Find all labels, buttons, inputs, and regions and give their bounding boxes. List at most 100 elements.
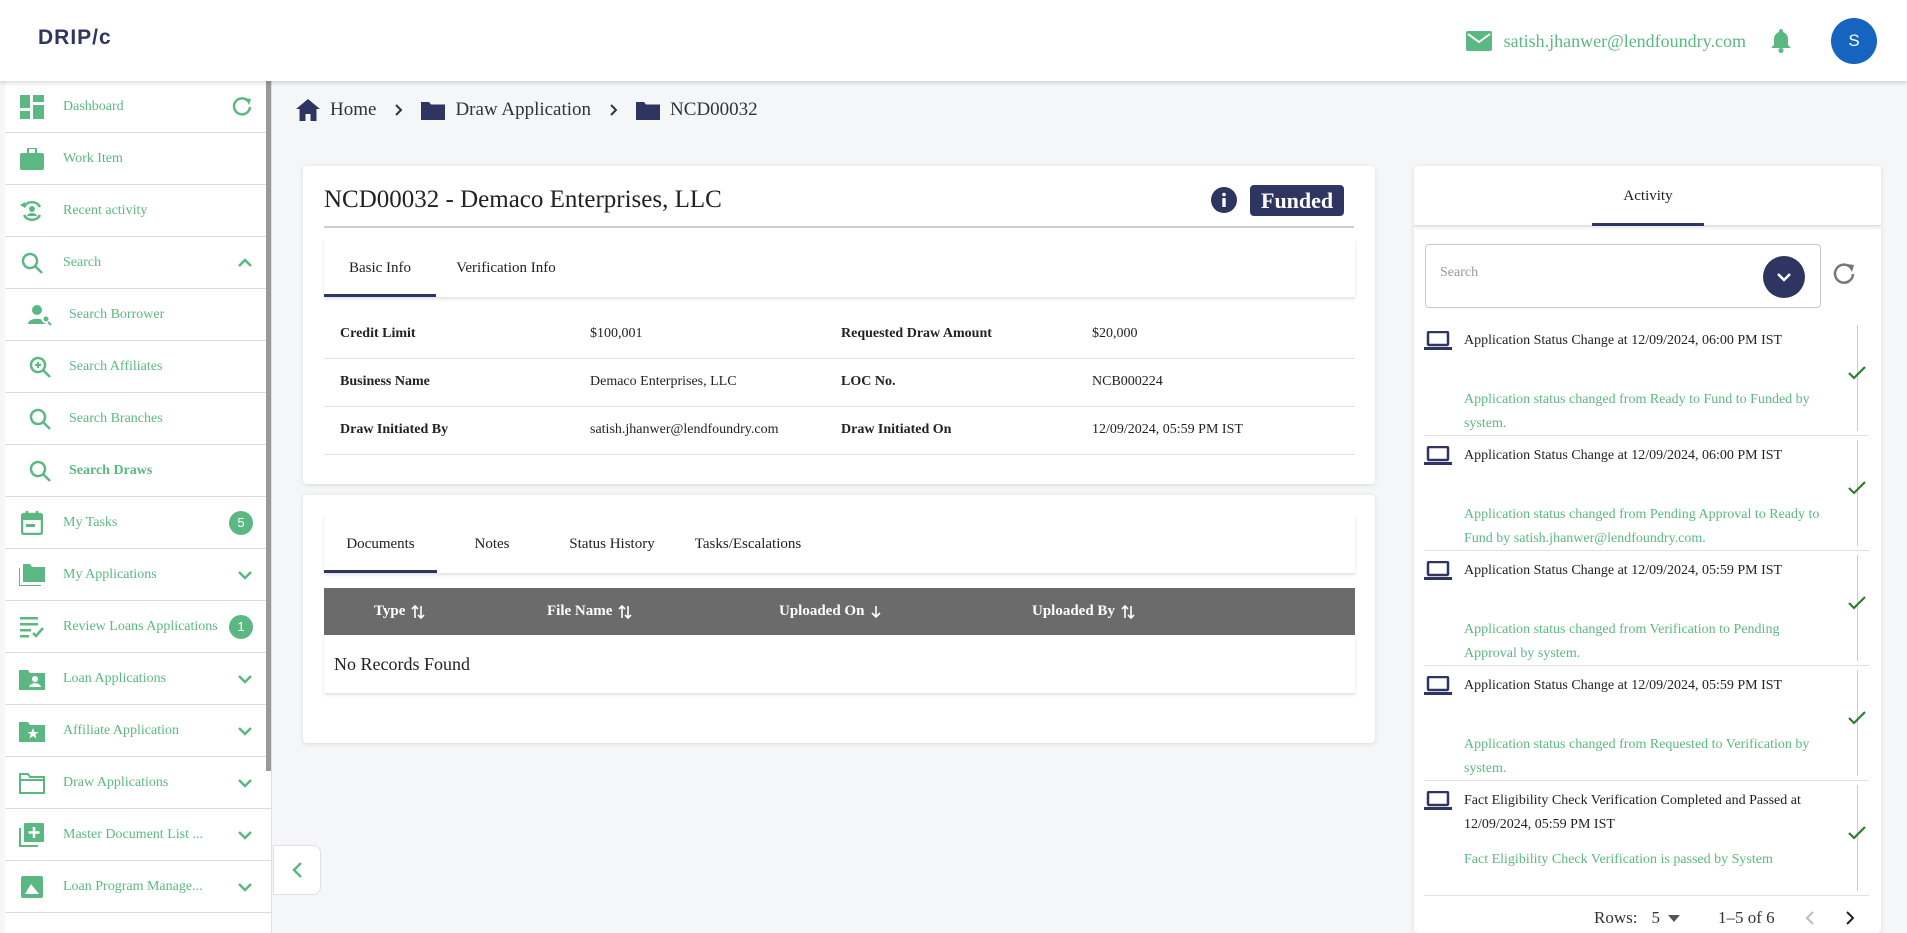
sidebar-item-search[interactable]: Search [5,237,271,289]
tab-status-history[interactable]: Status History [547,515,677,573]
sidebar-scrollbar[interactable] [266,81,271,771]
activity-search-input[interactable] [1440,265,1740,281]
user-avatar[interactable]: S [1831,18,1877,64]
sidebar-item-recent-activity[interactable]: Recent activity [5,185,271,237]
sidebar-item-draw-applications[interactable]: Draw Applications [5,757,271,809]
chevron-down-icon[interactable] [237,778,253,788]
chevron-down-icon[interactable] [237,882,253,892]
table-row: Business Name Demaco Enterprises, LLC LO… [324,358,1355,407]
tab-notes[interactable]: Notes [437,515,547,573]
info-icon[interactable] [1211,187,1237,213]
tab-activity[interactable]: Activity [1592,166,1704,226]
check-icon [1847,595,1867,611]
search-filter-dropdown-button[interactable] [1763,256,1805,298]
loc-number-value: NCB000224 [1076,358,1355,407]
sidebar-item-search-affiliates[interactable]: Search Affiliates [5,341,271,393]
column-header-uploaded-on[interactable]: Uploaded On [779,588,882,635]
chevron-down-icon[interactable] [237,674,253,684]
sidebar-item-search-branches[interactable]: Search Branches [5,393,271,445]
chevron-right-icon [609,103,618,117]
business-name-value: Demaco Enterprises, LLC [574,358,825,407]
activity-description: Application status changed from Ready to… [1464,392,1810,431]
documents-table-header: Type File Name Uploaded On Uploaded By [324,588,1355,635]
sidebar-item-search-draws[interactable]: Search Draws [5,445,271,497]
sidebar-item-work-item[interactable]: Work Item [5,133,271,185]
refresh-icon[interactable] [1832,262,1856,286]
tab-documents[interactable]: Documents [324,515,437,573]
activity-item: Application Status Change at 12/09/2024,… [1424,321,1869,436]
chevron-down-icon[interactable] [237,570,253,580]
search-icon [27,406,53,432]
table-row: Credit Limit $100,001 Requested Draw Amo… [324,310,1355,359]
chevron-up-icon[interactable] [237,257,253,268]
page-title: NCD00032 - Demaco Enterprises, LLC [324,186,722,213]
previous-page-button[interactable] [1805,910,1815,926]
photo-frame-icon [19,874,45,900]
sidebar-item-loan-applications[interactable]: Loan Applications [5,653,271,705]
breadcrumb-home[interactable]: Home [296,99,376,121]
sidebar-item-search-borrower[interactable]: Search Borrower [5,289,271,341]
tab-tasks-escalations[interactable]: Tasks/Escalations [677,515,819,573]
sort-icon [612,604,632,620]
recent-activity-icon [19,198,45,224]
chevron-down-icon[interactable] [237,726,253,736]
laptop-icon [1424,791,1452,811]
sidebar-item-label: Master Document List ... [63,826,203,842]
credit-limit-value: $100,001 [574,310,825,359]
activity-tabs: Activity [1414,166,1881,226]
tab-basic-info[interactable]: Basic Info [324,239,436,297]
laptop-icon [1424,331,1452,351]
check-icon [1847,480,1867,496]
field-label: LOC No. [825,358,1076,407]
sidebar-item-dashboard[interactable]: Dashboard [5,81,271,133]
page-range: 1–5 of 6 [1717,908,1775,927]
column-header-file-name[interactable]: File Name [547,588,632,635]
activity-item: Application Status Change at 12/09/2024,… [1424,666,1869,781]
no-records-message: No Records Found [324,635,1355,693]
activity-description: Application status changed from Pending … [1464,507,1820,546]
sidebar-item-affiliate-application[interactable]: Affiliate Application [5,705,271,757]
rows-per-page-select[interactable]: 5 [1651,908,1680,928]
folder-icon [636,101,670,120]
collapse-sidebar-button[interactable] [273,845,321,895]
activity-item: Fact Eligibility Check Verification Comp… [1424,781,1869,896]
chevron-down-icon [1776,272,1792,282]
activity-title: Fact Eligibility Check Verification Comp… [1464,793,1801,832]
tab-verification-info[interactable]: Verification Info [436,239,576,297]
refresh-icon[interactable] [231,96,253,118]
info-tabs: Basic Info Verification Info [324,239,1355,297]
sidebar-item-label: Search Borrower [69,306,165,322]
sort-icon [1115,604,1135,620]
column-header-type[interactable]: Type [374,588,425,635]
next-page-button[interactable] [1845,910,1855,926]
activity-description: Application status changed from Verifica… [1464,622,1780,661]
notification-bell-icon[interactable] [1771,29,1791,53]
sidebar-item-label: Loan Applications [63,670,167,686]
sidebar-item-review-loans-applications[interactable]: Review Loans Applications 1 [5,601,271,653]
column-header-uploaded-by[interactable]: Uploaded By [1032,588,1135,635]
folders-icon [19,562,45,588]
column-label: File Name [547,603,613,619]
breadcrumb-draw-application[interactable]: Draw Application [421,99,591,121]
table-row: Draw Initiated By satish.jhanwer@lendfou… [324,406,1355,455]
sidebar-item-label: Loan Program Manage... [63,878,203,894]
home-icon [296,99,330,121]
sidebar-item-loan-program-management[interactable]: Loan Program Manage... [5,861,271,913]
sidebar-item-master-document-list[interactable]: Master Document List ... [5,809,271,861]
app-logo[interactable]: DRIP/c [38,26,112,50]
sidebar-item-my-applications[interactable]: My Applications [5,549,271,601]
activity-list: Application Status Change at 12/09/2024,… [1424,321,1869,896]
chevron-down-icon[interactable] [237,830,253,840]
folder-star-icon [19,718,45,744]
folder-icon [421,101,455,120]
check-icon [1847,710,1867,726]
draw-initiated-by-value: satish.jhanwer@lendfoundry.com [574,406,825,455]
status-badge: Funded [1250,185,1345,216]
sidebar-item-my-tasks[interactable]: My Tasks 5 [5,497,271,549]
sidebar-item-label: Recent activity [63,202,148,218]
calendar-icon [19,510,45,536]
rows-per-page-value: 5 [1651,908,1660,927]
check-icon [1847,365,1867,381]
basic-info-table: Credit Limit $100,001 Requested Draw Amo… [324,310,1355,455]
field-label: Draw Initiated On [825,406,1076,455]
